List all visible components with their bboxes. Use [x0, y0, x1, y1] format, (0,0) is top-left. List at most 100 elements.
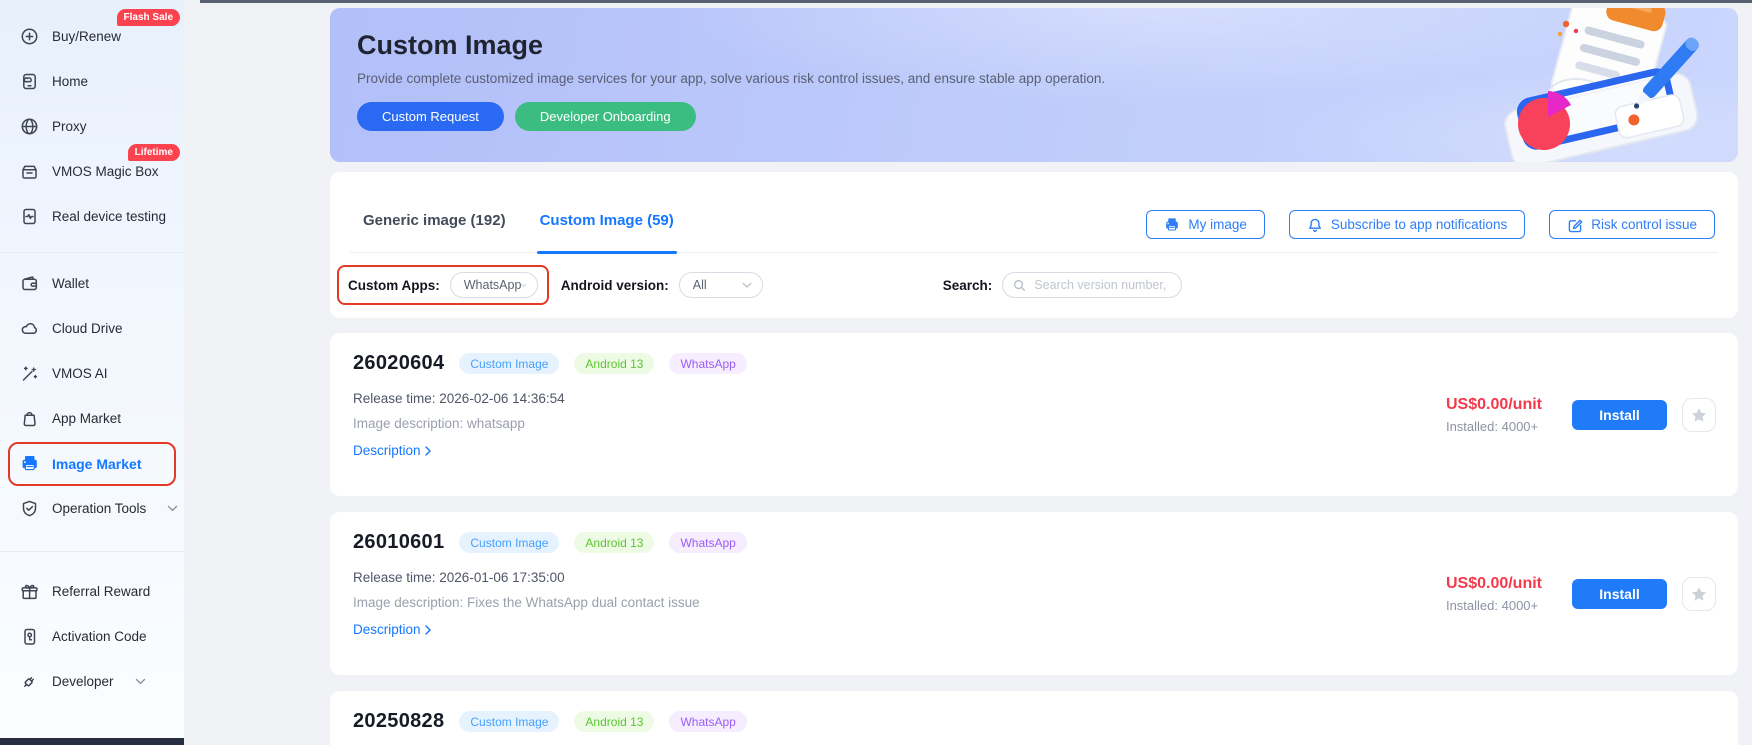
sidebar-item-vmos-magic-box[interactable]: Lifetime VMOS Magic Box	[0, 144, 184, 194]
gift-icon	[21, 584, 38, 600]
tab-generic-image[interactable]: Generic image (192)	[363, 212, 506, 252]
custom-apps-filter: Custom Apps: WhatsApp	[337, 265, 549, 305]
shopping-bag-icon	[23, 411, 36, 427]
tag-android-version: Android 13	[574, 711, 655, 732]
sidebar-item-real-device-testing[interactable]: Real device testing	[0, 194, 184, 239]
sidebar-item-activation-code[interactable]: Activation Code	[0, 614, 184, 659]
chevron-down-icon	[135, 678, 145, 685]
sidebar-item-image-market[interactable]: Image Market	[0, 441, 184, 486]
search-input[interactable]	[1032, 277, 1172, 293]
chevron-down-icon	[521, 283, 527, 287]
sidebar-item-label: Developer	[52, 674, 114, 689]
sidebar-item-label: VMOS Magic Box	[52, 164, 159, 179]
favorite-button[interactable]	[1682, 397, 1716, 432]
tag-android-version: Android 13	[574, 353, 655, 374]
chevron-right-icon	[424, 624, 431, 635]
globe-icon	[21, 118, 38, 135]
android-version-label: Android version:	[560, 277, 669, 293]
image-version: 26020604	[353, 352, 445, 374]
cloud-icon	[21, 323, 37, 334]
search-icon	[1014, 279, 1026, 291]
tag-app: WhatsApp	[669, 532, 747, 553]
subscribe-notifications-button[interactable]: Subscribe to app notifications	[1288, 210, 1526, 239]
sidebar-item-vmos-ai[interactable]: VMOS AI	[0, 351, 184, 396]
sidebar-item-label: Referral Reward	[52, 584, 151, 599]
search-box	[1002, 272, 1183, 298]
price: US$0.00/unit	[1445, 574, 1542, 592]
chevron-right-icon	[424, 445, 431, 456]
sidebar-item-proxy[interactable]: Proxy	[0, 104, 184, 149]
star-icon	[1691, 586, 1707, 601]
main-content: Custom Image Provide complete customized…	[184, 0, 1752, 745]
sidebar-divider	[0, 551, 184, 552]
my-image-button[interactable]: My image	[1146, 210, 1265, 239]
page-subtitle: Provide complete customized image servic…	[357, 71, 1106, 86]
image-version: 26010601	[353, 531, 445, 553]
sidebar-collapsed-bar	[0, 738, 184, 745]
android-version-select[interactable]: All	[678, 272, 763, 298]
image-card: 26010601 Custom Image Android 13 WhatsAp…	[330, 512, 1738, 675]
shield-check-icon	[22, 500, 37, 517]
install-button[interactable]: Install	[1572, 578, 1667, 609]
home-device-icon	[23, 73, 36, 90]
description-link[interactable]: Description	[353, 622, 431, 637]
developer-onboarding-button[interactable]: Developer Onboarding	[514, 102, 696, 131]
magic-box-icon	[22, 165, 37, 179]
chevron-down-icon	[168, 505, 178, 512]
star-icon	[1691, 407, 1707, 422]
sidebar-item-label: App Market	[52, 411, 122, 426]
tag-app: WhatsApp	[669, 711, 747, 732]
sidebar-item-home[interactable]: Home	[0, 59, 184, 104]
magic-wand-icon	[22, 366, 38, 381]
custom-request-button[interactable]: Custom Request	[357, 102, 504, 131]
edit-note-icon	[1568, 219, 1583, 232]
sidebar-item-label: Operation Tools	[52, 501, 147, 516]
risk-control-issue-button[interactable]: Risk control issue	[1549, 210, 1715, 239]
tag-custom-image: Custom Image	[459, 353, 560, 374]
sidebar-item-label: Activation Code	[52, 629, 147, 644]
page-title: Custom Image	[357, 30, 544, 60]
image-card: 26020604 Custom Image Android 13 WhatsAp…	[330, 333, 1738, 496]
flash-sale-badge: Flash Sale	[116, 9, 180, 26]
activation-key-icon	[24, 628, 36, 645]
tag-app: WhatsApp	[669, 353, 747, 374]
custom-apps-select[interactable]: WhatsApp	[449, 272, 538, 298]
install-button[interactable]: Install	[1572, 399, 1667, 430]
device-pulse-icon	[23, 208, 36, 225]
wallet-icon	[22, 276, 38, 291]
plus-circle-icon	[21, 28, 38, 45]
sidebar: Flash Sale Buy/Renew Home Proxy Lifetime…	[0, 0, 184, 745]
search-label: Search:	[942, 277, 993, 293]
printer-icon	[1166, 217, 1179, 231]
sidebar-item-referral-reward[interactable]: Referral Reward	[0, 569, 184, 614]
sidebar-item-wallet[interactable]: Wallet	[0, 261, 184, 306]
description-link[interactable]: Description	[353, 443, 431, 458]
lifetime-badge: Lifetime	[127, 144, 180, 161]
tag-custom-image: Custom Image	[459, 532, 560, 553]
custom-apps-label: Custom Apps:	[348, 277, 440, 293]
market-toolbar-panel: Generic image (192) Custom Image (59) My…	[330, 172, 1738, 318]
tag-custom-image: Custom Image	[459, 711, 560, 732]
sidebar-item-operation-tools[interactable]: Operation Tools	[0, 486, 184, 531]
header-actions: My image Subscribe to app notifications …	[1146, 210, 1715, 239]
search-filter: Search:	[943, 272, 1183, 298]
sidebar-item-label: Image Market	[52, 455, 142, 472]
sidebar-item-label: Proxy	[52, 119, 87, 134]
favorite-button[interactable]	[1682, 576, 1716, 611]
installed-count: Installed: 4000+	[1445, 418, 1539, 434]
sidebar-item-cloud-drive[interactable]: Cloud Drive	[0, 306, 184, 351]
card-actions: US$0.00/unit Installed: 4000+ Install	[1446, 575, 1716, 613]
sidebar-item-label: VMOS AI	[52, 366, 108, 381]
sidebar-item-label: Cloud Drive	[52, 321, 123, 336]
bell-icon	[1308, 218, 1321, 232]
sidebar-item-buy-renew[interactable]: Flash Sale Buy/Renew	[0, 9, 184, 59]
tab-custom-image[interactable]: Custom Image (59)	[536, 212, 677, 254]
tag-android-version: Android 13	[574, 532, 655, 553]
sidebar-item-developer[interactable]: Developer	[0, 659, 184, 704]
image-version: 20250828	[353, 710, 445, 732]
sidebar-divider	[0, 252, 184, 253]
sidebar-item-app-market[interactable]: App Market	[0, 396, 184, 441]
app-window: Flash Sale Buy/Renew Home Proxy Lifetime…	[0, 0, 1752, 745]
window-top-edge	[200, 0, 1752, 3]
image-card: 20250828 Custom Image Android 13 WhatsAp…	[330, 691, 1738, 745]
